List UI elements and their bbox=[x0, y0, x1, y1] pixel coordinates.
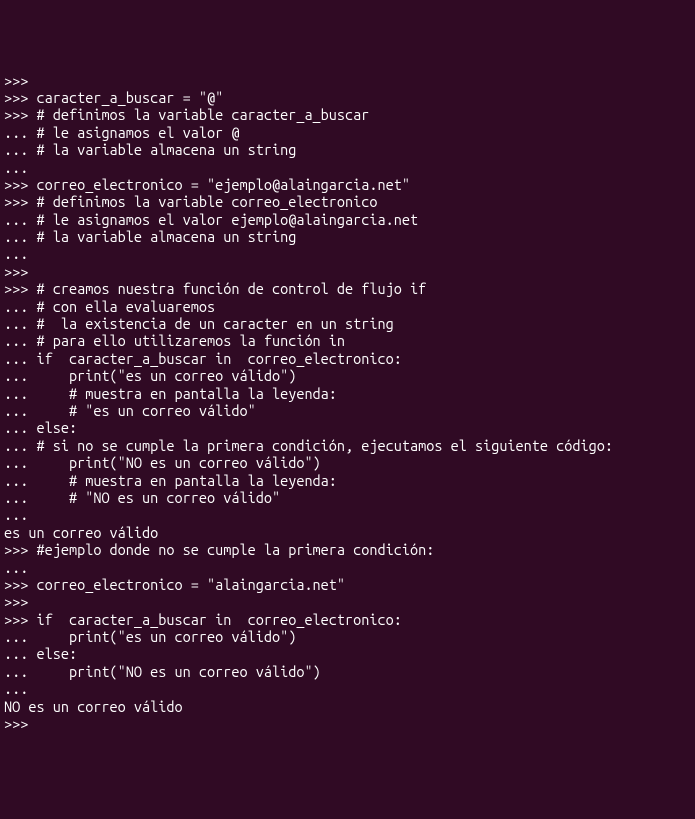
terminal-line: ... # si no se cumple la primera condici… bbox=[4, 437, 691, 454]
terminal-line: >>> correo_electronico = "alaingarcia.ne… bbox=[4, 576, 691, 593]
terminal-line: ... # la variable almacena un string bbox=[4, 228, 691, 245]
terminal-line: ... # le asignamos el valor @ bbox=[4, 124, 691, 141]
terminal-line: ... # con ella evaluaremos bbox=[4, 298, 691, 315]
terminal-line: >>> # definimos la variable correo_elect… bbox=[4, 193, 691, 210]
terminal-line: >>> correo_electronico = "ejemplo@alaing… bbox=[4, 176, 691, 193]
terminal-line: ... # le asignamos el valor ejemplo@alai… bbox=[4, 211, 691, 228]
terminal-line: ... # la existencia de un caracter en un… bbox=[4, 315, 691, 332]
terminal-line: ... # "NO es un correo válido" bbox=[4, 489, 691, 506]
terminal-output[interactable]: >>>>>> caracter_a_buscar = "@">>> # defi… bbox=[4, 72, 691, 733]
terminal-line: ... else: bbox=[4, 419, 691, 436]
terminal-line: ... print("es un correo válido") bbox=[4, 367, 691, 384]
terminal-line: >>> if caracter_a_buscar in correo_elect… bbox=[4, 611, 691, 628]
terminal-line: >>> bbox=[4, 593, 691, 610]
terminal-line: ... # muestra en pantalla la leyenda: bbox=[4, 385, 691, 402]
terminal-line: ... print("es un correo válido") bbox=[4, 628, 691, 645]
terminal-line: ... print("NO es un correo válido") bbox=[4, 663, 691, 680]
terminal-line: ... bbox=[4, 680, 691, 697]
terminal-line: ... # para ello utilizaremos la función … bbox=[4, 332, 691, 349]
terminal-line: >>> caracter_a_buscar = "@" bbox=[4, 89, 691, 106]
terminal-line: >>> # definimos la variable caracter_a_b… bbox=[4, 106, 691, 123]
terminal-line: ... bbox=[4, 559, 691, 576]
terminal-line: ... # muestra en pantalla la leyenda: bbox=[4, 472, 691, 489]
terminal-line: ... # la variable almacena un string bbox=[4, 141, 691, 158]
terminal-line: ... bbox=[4, 506, 691, 523]
terminal-line: >>> bbox=[4, 72, 691, 89]
terminal-line: >>> #ejemplo donde no se cumple la prime… bbox=[4, 541, 691, 558]
terminal-line: NO es un correo válido bbox=[4, 698, 691, 715]
terminal-line: >>> # creamos nuestra función de control… bbox=[4, 280, 691, 297]
terminal-line: >>> bbox=[4, 715, 691, 732]
terminal-line: ... print("NO es un correo válido") bbox=[4, 454, 691, 471]
terminal-line: ... if caracter_a_buscar in correo_elect… bbox=[4, 350, 691, 367]
terminal-line: ... bbox=[4, 159, 691, 176]
terminal-line: es un correo válido bbox=[4, 524, 691, 541]
terminal-line: >>> bbox=[4, 263, 691, 280]
terminal-line: ... else: bbox=[4, 645, 691, 662]
terminal-line: ... bbox=[4, 245, 691, 262]
terminal-line: ... # "es un correo válido" bbox=[4, 402, 691, 419]
